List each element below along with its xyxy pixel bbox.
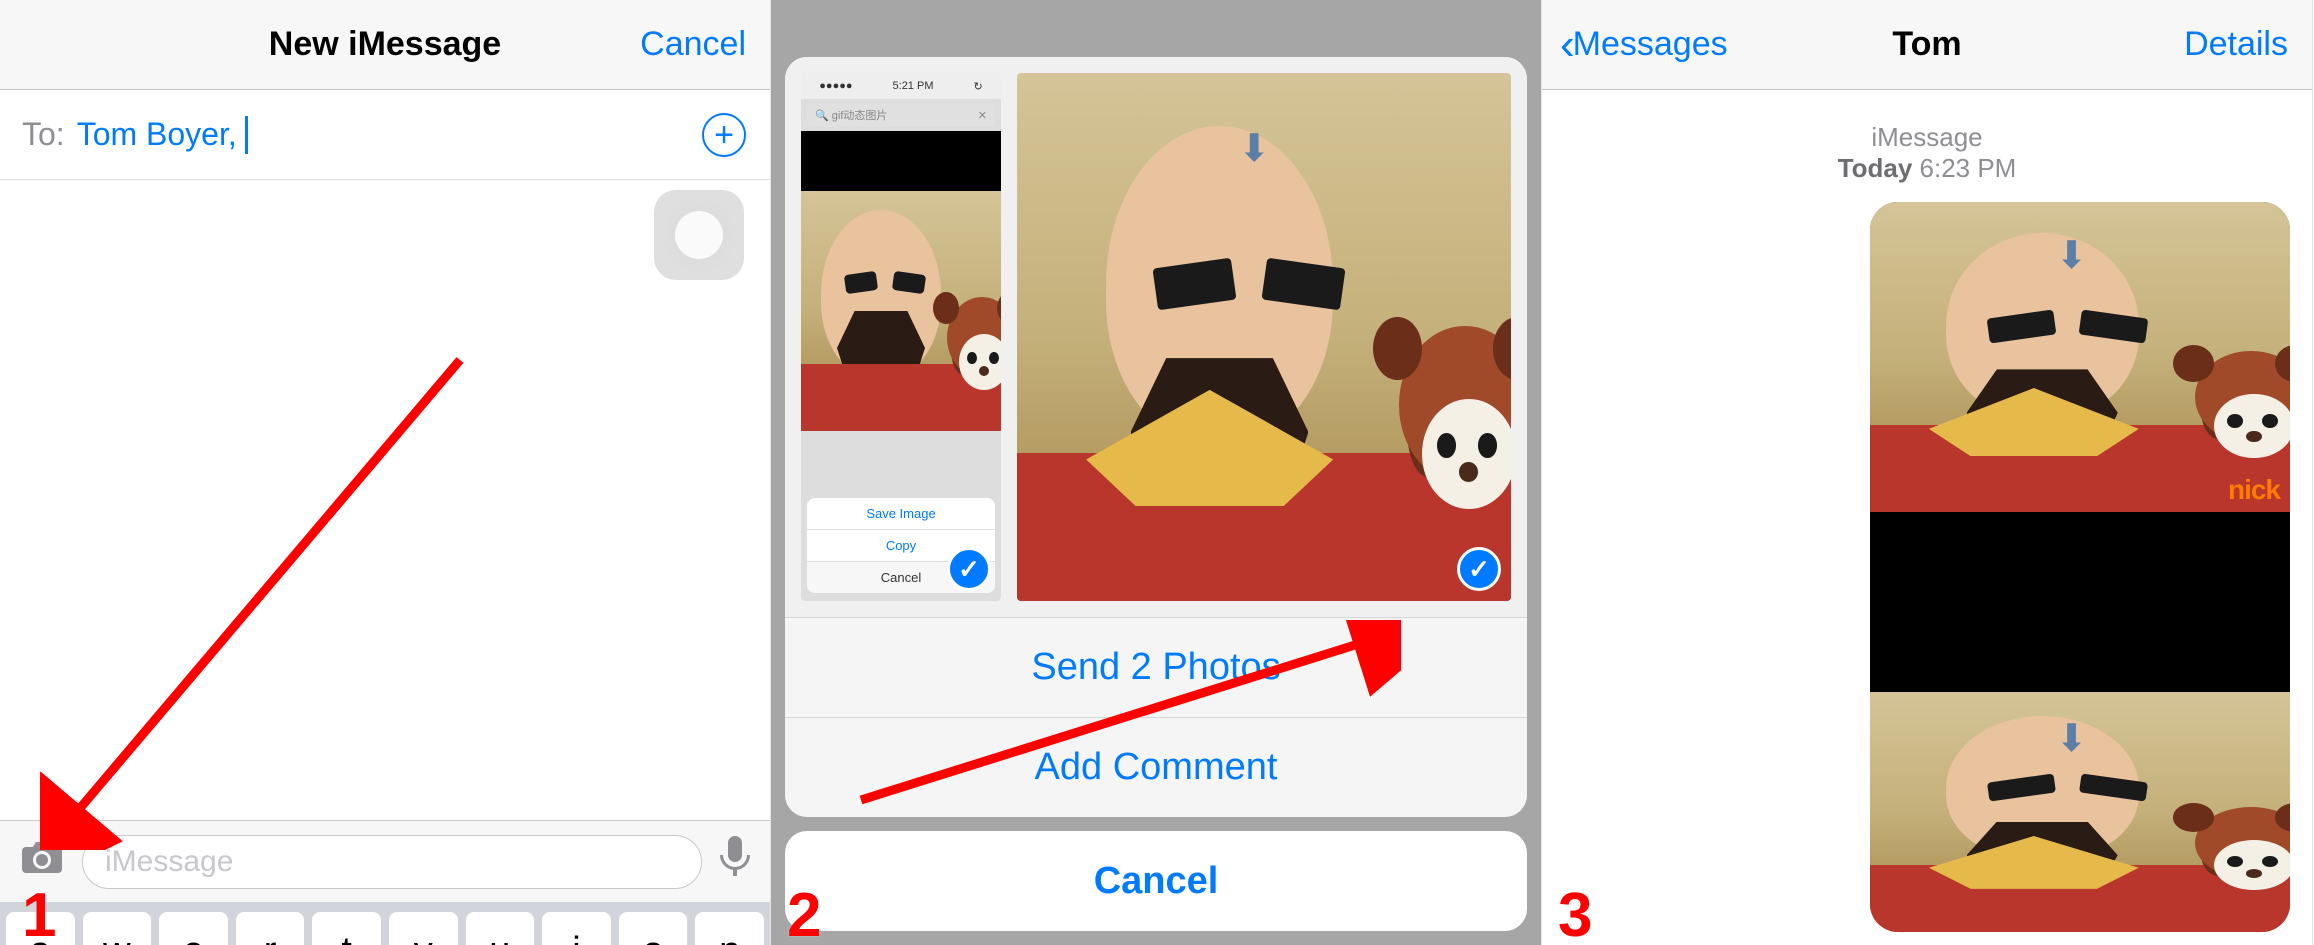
chat-body: iMessage Today 6:23 PM ⬇: [1542, 90, 2312, 945]
key[interactable]: i: [542, 912, 611, 945]
message-input[interactable]: iMessage: [82, 835, 702, 889]
key[interactable]: n: [695, 912, 764, 945]
message-placeholder: iMessage: [105, 845, 233, 879]
add-comment-button[interactable]: Add Comment: [785, 717, 1527, 817]
key[interactable]: v: [389, 912, 458, 945]
camera-icon[interactable]: [20, 839, 64, 885]
step-number: 1: [22, 880, 56, 945]
nick-logo: nick: [2228, 474, 2280, 506]
assistive-touch-icon[interactable]: [654, 190, 744, 280]
action-sheet: ●●●●● 5:21 PM ↻ 🔍 gif动态图片 ✕: [785, 57, 1527, 931]
photo-thumbs: ●●●●● 5:21 PM ↻ 🔍 gif动态图片 ✕: [785, 57, 1527, 617]
conversation-title: Tom: [1892, 25, 1961, 64]
nav-bar: ‹ Messages Tom Details: [1542, 0, 2312, 90]
step-number: 3: [1558, 880, 1592, 945]
mic-icon[interactable]: [720, 836, 750, 888]
check-icon: ✓: [1457, 547, 1501, 591]
back-label: Messages: [1573, 25, 1728, 64]
compose-bar: iMessage: [0, 820, 770, 902]
sheet-cancel-button[interactable]: Cancel: [785, 831, 1527, 931]
nav-title: New iMessage: [269, 25, 501, 64]
photo-thumb-2[interactable]: ⬇ ✓: [1017, 73, 1511, 601]
keyboard-row[interactable]: a w e r t v u i o n: [0, 902, 770, 945]
to-label: To:: [22, 116, 65, 153]
to-field[interactable]: To: Tom Boyer, +: [0, 90, 770, 180]
stamp-day: Today: [1838, 153, 1913, 183]
mini-search-text: gif动态图片: [832, 110, 888, 122]
step-number: 2: [787, 880, 821, 945]
timestamp: iMessage Today 6:23 PM: [1564, 122, 2290, 184]
key[interactable]: u: [466, 912, 535, 945]
screen-conversation: ‹ Messages Tom Details iMessage Today 6:…: [1542, 0, 2313, 945]
key[interactable]: o: [619, 912, 688, 945]
send-photos-button[interactable]: Send 2 Photos: [785, 617, 1527, 717]
sent-image-bubble[interactable]: ⬇ nick ⬇: [1870, 202, 2290, 932]
details-button[interactable]: Details: [2184, 25, 2288, 64]
mini-time: 5:21 PM: [893, 80, 934, 92]
message-body: [0, 180, 770, 820]
key[interactable]: e: [159, 912, 228, 945]
add-contact-button[interactable]: +: [702, 113, 746, 157]
screen-photo-picker: ●●●●● 5:21 PM ↻ 🔍 gif动态图片 ✕: [771, 0, 1542, 945]
nav-bar: New iMessage Cancel: [0, 0, 770, 90]
key[interactable]: t: [312, 912, 381, 945]
photo-thumb-1[interactable]: ●●●●● 5:21 PM ↻ 🔍 gif动态图片 ✕: [801, 73, 1001, 601]
arrow-tattoo-icon: ⬇: [1238, 126, 1270, 171]
stamp-time: 6:23 PM: [1920, 153, 2017, 183]
arrow-tattoo-icon: ⬇: [2056, 233, 2088, 278]
cancel-button[interactable]: Cancel: [640, 25, 746, 64]
arrow-tattoo-icon: ⬇: [2056, 716, 2088, 761]
to-recipient: Tom Boyer,: [77, 116, 237, 153]
stamp-service: iMessage: [1564, 122, 2290, 153]
check-icon: ✓: [947, 547, 991, 591]
screen-compose: New iMessage Cancel To: Tom Boyer, + iMe…: [0, 0, 771, 945]
back-button[interactable]: ‹ Messages: [1560, 23, 1728, 67]
mini-save: Save Image: [807, 498, 995, 529]
key[interactable]: w: [83, 912, 152, 945]
text-cursor: [245, 116, 248, 154]
key[interactable]: r: [236, 912, 305, 945]
